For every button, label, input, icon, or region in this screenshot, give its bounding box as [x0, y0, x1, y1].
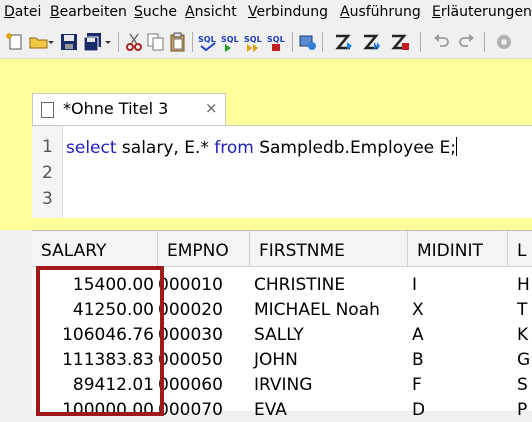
text-caret [456, 137, 458, 156]
menu-mnemonic: A [185, 4, 195, 20]
svg-text:SQL: SQL [198, 35, 216, 44]
connect-icon[interactable] [298, 32, 318, 52]
explain-icon[interactable] [334, 32, 354, 52]
firstnme-cell[interactable]: IRVING [254, 375, 312, 395]
tab-title: *Ohne Titel 3 [63, 99, 169, 118]
empno-cell[interactable]: 000030 [158, 325, 223, 345]
toolbar-separator [292, 32, 293, 52]
lastname-cell[interactable]: H [517, 275, 530, 295]
sql-icon[interactable]: SQL [198, 32, 218, 52]
sql-query-line[interactable]: select salary, E.* from Sampledb.Employe… [66, 137, 458, 158]
menu-mnemonic: B [50, 4, 60, 20]
sql-editor[interactable]: 1 2 3 select salary, E.* from Sampledb.E… [32, 125, 532, 218]
midinit-cell[interactable]: B [412, 350, 424, 370]
explain-all-icon[interactable] [362, 32, 382, 52]
menu-suche[interactable]: Suche [134, 4, 177, 20]
lastname-cell[interactable]: S [517, 375, 528, 395]
empno-cell[interactable]: 000020 [158, 300, 223, 320]
line-number-gutter: 1 2 3 [32, 126, 63, 218]
copy-icon[interactable] [146, 32, 166, 52]
svg-text:SQL: SQL [244, 35, 262, 44]
sql-stop-icon[interactable]: SQL [267, 32, 287, 52]
empno-cell[interactable]: 000010 [158, 275, 223, 295]
midinit-cell[interactable]: I [412, 275, 417, 295]
paste-icon[interactable] [168, 32, 188, 52]
svg-text:SQL: SQL [267, 35, 285, 44]
menu-mnemonic: D [4, 4, 15, 20]
firstnme-cell[interactable]: CHRISTINE [254, 275, 345, 295]
lastname-cell[interactable]: P [517, 400, 527, 420]
settings-icon[interactable] [494, 32, 514, 52]
firstnme-cell[interactable]: MICHAEL Noah [254, 300, 380, 320]
midinit-cell[interactable]: X [412, 300, 424, 320]
dropdown-arrow-icon[interactable] [47, 32, 55, 52]
sql-run-all-icon[interactable]: SQL [244, 32, 264, 52]
column-header-midinit[interactable]: MIDINIT [408, 231, 508, 267]
menu-ansicht[interactable]: Ansicht [185, 4, 237, 20]
column-header-salary[interactable]: SALARY [32, 231, 158, 267]
column-header-empno[interactable]: EMPNO [158, 231, 250, 267]
sql-keyword: select [66, 138, 117, 158]
lastname-cell[interactable]: T [517, 300, 527, 320]
salary-column-highlight-box [36, 266, 164, 416]
dropdown-arrow-icon[interactable] [104, 32, 112, 52]
toolbar-separator [322, 32, 323, 52]
redo-icon[interactable] [456, 32, 476, 52]
empno-cell[interactable]: 000050 [158, 350, 223, 370]
save-icon[interactable] [59, 32, 79, 52]
menu-bar: Datei Bearbeiten Suche Ansicht Verbindun… [0, 0, 532, 26]
midinit-cell[interactable]: D [412, 400, 425, 420]
menu-bearbeiten[interactable]: Bearbeiten [50, 4, 127, 20]
new-file-icon[interactable] [5, 32, 25, 52]
line-number: 1 [42, 137, 53, 157]
line-number: 2 [42, 163, 53, 183]
toolbar-separator [484, 32, 485, 52]
close-icon[interactable]: × [205, 99, 218, 117]
open-folder-icon[interactable] [29, 32, 49, 52]
lastname-cell[interactable]: G [517, 350, 530, 370]
firstnme-cell[interactable]: EVA [254, 400, 287, 420]
svg-text:SQL: SQL [221, 35, 239, 44]
sql-keyword: from [214, 138, 254, 158]
sql-text: salary, E.* [116, 138, 215, 158]
menu-mnemonic: V [248, 4, 257, 20]
tab-ohne-titel-3[interactable]: *Ohne Titel 3 × [32, 93, 226, 126]
toolbar-separator [192, 32, 193, 52]
menu-mnemonic: E [432, 4, 441, 20]
cut-icon[interactable] [124, 32, 144, 52]
menu-erlaeuterungen[interactable]: Erläuterungen [432, 4, 532, 20]
sql-text: Sampledb.Employee E; [253, 138, 457, 158]
menu-datei[interactable]: Datei [4, 4, 41, 20]
line-number: 3 [42, 189, 53, 209]
explain-stop-icon[interactable] [390, 32, 410, 52]
midinit-cell[interactable]: A [412, 325, 424, 345]
column-header-lastname[interactable]: L [508, 231, 532, 267]
toolbar: SQL SQL SQL SQL [0, 26, 532, 59]
firstnme-cell[interactable]: SALLY [254, 325, 304, 345]
document-icon [41, 102, 54, 118]
menu-mnemonic: S [134, 4, 143, 20]
empno-cell[interactable]: 000070 [158, 400, 223, 420]
toolbar-separator [420, 32, 421, 52]
menu-verbindung[interactable]: Verbindung [248, 4, 328, 20]
save-all-icon[interactable] [83, 32, 103, 52]
menu-ausfuehrung[interactable]: Ausführung [340, 4, 421, 20]
empno-cell[interactable]: 000060 [158, 375, 223, 395]
midinit-cell[interactable]: F [412, 375, 422, 395]
menu-mnemonic: A [340, 4, 350, 20]
firstnme-cell[interactable]: JOHN [254, 350, 298, 370]
toolbar-separator [118, 32, 119, 52]
undo-icon[interactable] [432, 32, 452, 52]
sql-run-icon[interactable]: SQL [221, 32, 241, 52]
column-header-firstnme[interactable]: FIRSTNME [250, 231, 408, 267]
lastname-cell[interactable]: K [517, 325, 528, 345]
